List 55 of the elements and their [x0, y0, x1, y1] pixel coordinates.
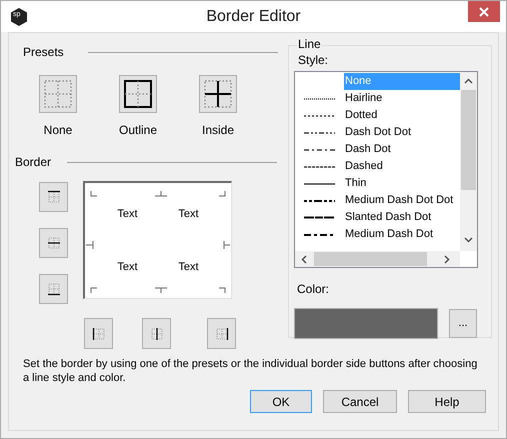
group-label: Presets	[23, 44, 64, 61]
line-style-item[interactable]: Thin	[344, 175, 460, 192]
preview-text: Text	[177, 207, 200, 222]
line-style-item[interactable]: Medium Dash Dot	[344, 226, 460, 243]
close-icon	[479, 6, 489, 16]
line-style-item[interactable]: Hairline	[344, 90, 460, 107]
scroll-up-icon	[464, 78, 473, 84]
group-label: Border	[15, 154, 52, 171]
color-swatch[interactable]	[294, 308, 438, 339]
line-style-item[interactable]: Dashed	[344, 158, 460, 175]
scroll-down-icon	[464, 237, 473, 243]
preset-button[interactable]	[199, 75, 237, 113]
color-picker-button[interactable]: ...	[449, 309, 477, 338]
border-side-icon	[46, 189, 62, 205]
dialog-button[interactable]: Cancel	[323, 390, 397, 413]
scroll-right-icon	[444, 254, 450, 264]
line-style-item[interactable]: Dash Dot	[344, 141, 460, 158]
line-style-item[interactable]: Dotted	[344, 107, 460, 124]
color-label: Color:	[297, 281, 330, 298]
group-label: Line	[297, 38, 322, 50]
line-style-item[interactable]: Slanted Dash Dot	[344, 209, 460, 226]
line-sample-icon	[303, 214, 337, 222]
border-side-icon	[46, 235, 62, 251]
dialog-button[interactable]: Help	[408, 390, 486, 413]
border-side-icon	[148, 326, 164, 342]
scroll-left-icon	[301, 254, 307, 264]
border-side-button[interactable]	[84, 318, 113, 349]
horizontal-scrollbar[interactable]	[295, 251, 460, 267]
preview-text: Text	[177, 260, 200, 274]
preview-text: Text	[116, 207, 139, 222]
scrollbar-thumb[interactable]	[461, 90, 476, 190]
border-side-button[interactable]	[39, 182, 68, 212]
line-style-item[interactable]: Dash Dot Dot	[344, 124, 460, 141]
border-side-icon	[214, 326, 230, 342]
vertical-scrollbar[interactable]	[460, 72, 477, 251]
preset-label: Outline	[118, 122, 158, 139]
style-label: Style:	[298, 53, 330, 68]
border-side-button[interactable]	[39, 274, 68, 304]
line-style-list[interactable]: None Hairline Dotted Dash Dot Dot Dash Dot Dashed Thin Medium Dash Dot Dot Slanted Dash Dot Medium Dash Dot	[294, 71, 478, 268]
instructions-text: Set the border by using one of the presets or the individual border side buttons after choosing a line style and color.	[23, 357, 478, 385]
preset-button[interactable]	[119, 75, 157, 113]
border-side-button[interactable]	[142, 318, 171, 349]
line-style-item[interactable]: Medium Dash Dot Dot	[344, 192, 460, 209]
preview-text: Text	[116, 260, 139, 274]
app-logo-icon	[9, 7, 29, 27]
border-side-icon	[46, 281, 62, 297]
window-title: Border Editor	[206, 6, 301, 26]
preset-label: None	[44, 122, 72, 139]
border-side-icon	[90, 326, 106, 342]
border-side-button[interactable]	[39, 228, 68, 258]
border-side-button[interactable]	[207, 318, 236, 349]
dialog-button[interactable]: OK	[250, 390, 312, 413]
scrollbar-thumb[interactable]	[314, 252, 427, 266]
close-button[interactable]	[468, 1, 500, 22]
preset-label: Inside	[202, 122, 234, 139]
